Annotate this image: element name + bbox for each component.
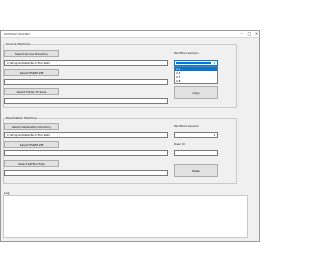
settool-files-field[interactable] [4,170,168,176]
folder-to-save-field[interactable] [4,98,168,104]
destination-techtool-version-select[interactable]: ▾ [174,132,218,138]
select-destination-directory-button[interactable]: Select Destination Directory [4,123,59,130]
log-textbox[interactable] [3,195,248,238]
close-icon[interactable]: × [253,31,260,37]
chevron-down-icon[interactable]: ▾ [212,133,217,137]
paste-button[interactable]: Paste [174,164,218,177]
select-folder-to-save-button[interactable]: Select Folder To Save [4,88,59,95]
source-directory-field[interactable]: C:\ProgramData\Tech Tool Wall [4,60,168,66]
maximize-icon[interactable]: □ [246,31,253,37]
copy-button[interactable]: Copy [174,86,218,99]
source-eswm-field[interactable] [4,79,168,85]
select-settool-files-button[interactable]: Select SetTool Files [4,160,59,167]
destination-techtool-version-label: TechTool version [174,124,199,128]
window-title: DOTNAV VIOLIRD [4,32,30,36]
minimize-icon[interactable]: – [238,31,245,37]
selected-value-highlight [176,62,211,64]
select-destination-eswm-button[interactable]: Select ESWM ZIP [4,141,59,148]
source-techtool-version-label: TechTool version [174,51,199,55]
select-source-eswm-button[interactable]: Select ESWM ZIP [4,69,59,76]
techtool-version-dropdown-list: 2.1 2.5 2.7 2.8 [174,66,218,84]
title-bar[interactable] [1,31,259,38]
user-id-field[interactable] [174,150,218,156]
dropdown-option[interactable]: 2.8 [175,79,217,83]
destination-eswm-field[interactable] [4,150,168,156]
destination-machine-label: Destination Machine [6,116,37,120]
select-source-directory-button[interactable]: Select Source Directory [4,50,59,57]
chevron-down-icon[interactable]: ▾ [212,61,217,65]
destination-directory-field[interactable]: C:\ProgramData\Tech Tool Wall [4,132,168,138]
user-id-label: User Id [174,142,185,146]
source-machine-label: Source Machine [6,42,30,46]
